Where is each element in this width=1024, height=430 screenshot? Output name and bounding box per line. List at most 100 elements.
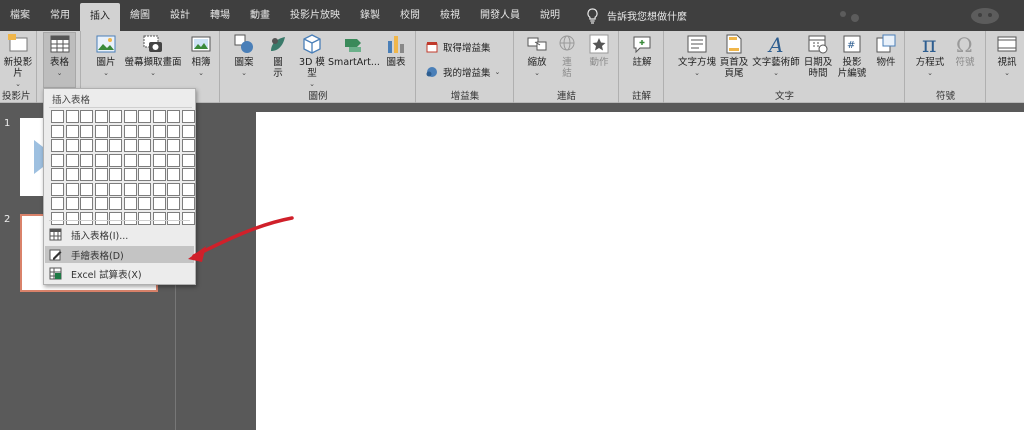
table-grid-cell[interactable] xyxy=(65,124,79,138)
my-addins-button[interactable]: 我的增益集 ⌄ xyxy=(425,65,500,79)
table-grid-cell[interactable] xyxy=(167,182,180,196)
table-grid-cell[interactable] xyxy=(51,110,64,123)
table-grid-cell[interactable] xyxy=(138,124,151,138)
table-grid-cell[interactable] xyxy=(123,110,137,123)
shapes-button[interactable]: 圖案 ⌄ xyxy=(229,33,259,79)
table-grid-cell[interactable] xyxy=(65,182,79,196)
table-grid-cell[interactable] xyxy=(65,110,79,123)
table-grid-cell[interactable] xyxy=(167,197,180,210)
table-grid-cell[interactable] xyxy=(109,124,122,138)
table-grid-cell[interactable] xyxy=(123,197,137,210)
tab-help[interactable]: 說明 xyxy=(530,0,570,31)
table-grid-cell[interactable] xyxy=(109,168,122,181)
table-grid-cell[interactable] xyxy=(123,139,137,152)
table-grid-cell[interactable] xyxy=(80,168,93,181)
table-grid-cell[interactable] xyxy=(80,211,93,225)
new-slide-button[interactable]: 新投影 片 ⌄ xyxy=(1,33,35,90)
tab-view[interactable]: 檢視 xyxy=(430,0,470,31)
table-grid-cell[interactable] xyxy=(138,182,151,196)
table-grid-cell[interactable] xyxy=(138,139,151,152)
table-grid-cell[interactable] xyxy=(51,168,64,181)
photo-album-button[interactable]: 相簿 ⌄ xyxy=(186,33,216,79)
table-grid-cell[interactable] xyxy=(181,110,195,123)
icons-button[interactable]: 圖 示 xyxy=(263,33,293,79)
table-grid[interactable] xyxy=(49,109,195,225)
table-grid-cell[interactable] xyxy=(51,153,64,167)
link-button[interactable]: 連 結 xyxy=(555,33,579,79)
table-grid-cell[interactable] xyxy=(80,110,93,123)
table-grid-cell[interactable] xyxy=(94,182,108,196)
table-grid-cell[interactable] xyxy=(109,211,122,225)
table-grid-cell[interactable] xyxy=(109,139,122,152)
object-button[interactable]: 物件 xyxy=(871,33,901,68)
comment-button[interactable]: 註解 xyxy=(628,33,656,68)
table-grid-cell[interactable] xyxy=(51,124,64,138)
wordart-button[interactable]: A 文字藝術師 ⌄ xyxy=(751,33,801,79)
table-grid-cell[interactable] xyxy=(181,168,195,181)
table-grid-cell[interactable] xyxy=(109,110,122,123)
date-time-button[interactable]: 日期及 時間 xyxy=(803,33,833,79)
3d-models-button[interactable]: 3D 模 型 ⌄ xyxy=(295,33,329,90)
insert-table-menu-item[interactable]: 插入表格(I)... xyxy=(45,226,194,243)
table-grid-cell[interactable] xyxy=(123,168,137,181)
table-grid-cell[interactable] xyxy=(80,182,93,196)
smartart-button[interactable]: SmartArt... xyxy=(328,33,380,68)
table-grid-cell[interactable] xyxy=(94,139,108,152)
table-grid-cell[interactable] xyxy=(109,182,122,196)
table-grid-cell[interactable] xyxy=(109,153,122,167)
table-grid-cell[interactable] xyxy=(181,153,195,167)
table-grid-cell[interactable] xyxy=(181,182,195,196)
slide-number-button[interactable]: # 投影 片編號 xyxy=(835,33,869,79)
table-button[interactable]: 表格 ⌄ xyxy=(43,32,76,88)
table-grid-cell[interactable] xyxy=(51,197,64,210)
picture-button[interactable]: 圖片 ⌄ xyxy=(90,33,122,79)
table-grid-cell[interactable] xyxy=(167,211,180,225)
draw-table-menu-item[interactable]: 手繪表格(D) xyxy=(45,246,194,263)
table-grid-cell[interactable] xyxy=(94,153,108,167)
table-grid-cell[interactable] xyxy=(138,153,151,167)
table-grid-cell[interactable] xyxy=(123,182,137,196)
table-grid-cell[interactable] xyxy=(152,139,166,152)
slide-canvas[interactable] xyxy=(256,112,1024,430)
screenshot-button[interactable]: 螢幕擷取畫面 ⌄ xyxy=(122,33,184,79)
table-grid-cell[interactable] xyxy=(94,110,108,123)
tab-file[interactable]: 檔案 xyxy=(0,0,40,31)
table-grid-cell[interactable] xyxy=(181,124,195,138)
table-grid-cell[interactable] xyxy=(51,182,64,196)
table-grid-cell[interactable] xyxy=(152,168,166,181)
tab-review[interactable]: 校閱 xyxy=(390,0,430,31)
table-grid-cell[interactable] xyxy=(123,153,137,167)
table-grid-cell[interactable] xyxy=(51,139,64,152)
tell-me-search[interactable]: 告訴我您想做什麼 xyxy=(586,7,687,24)
table-grid-cell[interactable] xyxy=(80,153,93,167)
table-grid-cell[interactable] xyxy=(94,211,108,225)
table-grid-cell[interactable] xyxy=(138,197,151,210)
table-grid-cell[interactable] xyxy=(138,110,151,123)
textbox-button[interactable]: 文字方塊 ⌄ xyxy=(675,33,719,79)
table-grid-cell[interactable] xyxy=(181,197,195,210)
table-grid-cell[interactable] xyxy=(181,139,195,152)
table-grid-cell[interactable] xyxy=(65,139,79,152)
chart-button[interactable]: 圖表 xyxy=(381,33,411,68)
excel-spreadsheet-menu-item[interactable]: Excel 試算表(X) xyxy=(45,265,194,282)
table-grid-cell[interactable] xyxy=(167,110,180,123)
table-grid-cell[interactable] xyxy=(80,139,93,152)
table-grid-cell[interactable] xyxy=(167,153,180,167)
table-grid-picker[interactable] xyxy=(49,107,195,225)
tab-home[interactable]: 常用 xyxy=(40,0,80,31)
tab-draw[interactable]: 繪圖 xyxy=(120,0,160,31)
table-grid-cell[interactable] xyxy=(167,124,180,138)
tab-design[interactable]: 設計 xyxy=(160,0,200,31)
table-grid-cell[interactable] xyxy=(109,197,122,210)
tab-slideshow[interactable]: 投影片放映 xyxy=(280,0,350,31)
table-grid-cell[interactable] xyxy=(138,168,151,181)
get-addins-button[interactable]: 取得增益集 xyxy=(425,40,491,54)
table-grid-cell[interactable] xyxy=(152,124,166,138)
tab-record[interactable]: 錄製 xyxy=(350,0,390,31)
table-grid-cell[interactable] xyxy=(152,211,166,225)
table-grid-cell[interactable] xyxy=(65,197,79,210)
table-grid-cell[interactable] xyxy=(123,124,137,138)
table-grid-cell[interactable] xyxy=(138,211,151,225)
table-grid-cell[interactable] xyxy=(65,153,79,167)
action-button[interactable]: 動作 xyxy=(585,33,613,68)
